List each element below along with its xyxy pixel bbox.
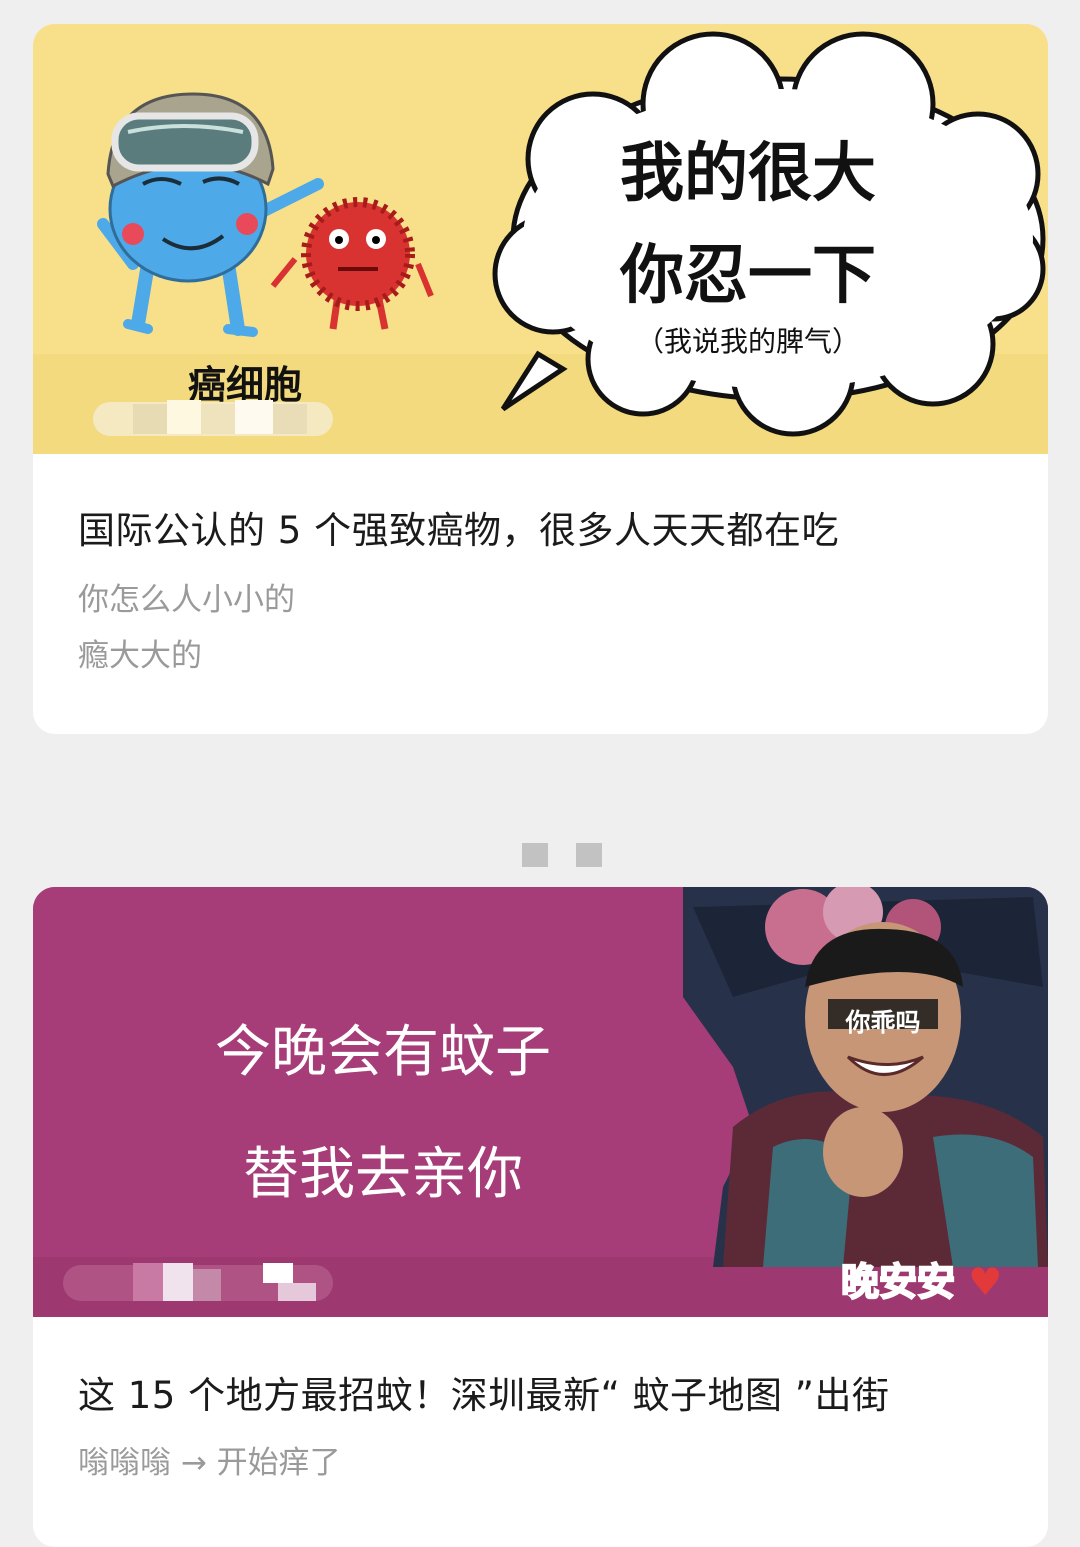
corner-label: 晚安安 ♥ (840, 1251, 1003, 1306)
blurred-watermark (63, 1259, 333, 1305)
face-label: 你乖吗 (845, 1008, 921, 1037)
article-cover-image: 癌细胞 我的很大 你忍一下 （我说我的脾气） (33, 24, 1048, 454)
cover-line-1: 今晚会有蚊子 (215, 1020, 551, 1085)
corner-label-text: 晚安安 (840, 1259, 956, 1305)
costume-figure (683, 887, 1048, 1267)
pixel-dots-icon (522, 843, 602, 867)
article-title[interactable]: 这 15 个地方最招蚊！深圳最新“ 蚊子地图 ”出街 (78, 1365, 889, 1419)
bubble-line-1: 我的很大 (620, 137, 876, 211)
article-card[interactable]: 癌细胞 我的很大 你忍一下 （我说我的脾气） 国际公认的 5 个强致癌物，很多人… (33, 24, 1048, 734)
article-digest-line: 瘾大大的 (78, 638, 202, 674)
heart-icon: ♥ (968, 1260, 1003, 1304)
article-card[interactable]: 今晚会有蚊子 替我去亲你 你乖吗 晚安安 ♥ 这 15 个地方最招蚊！深圳最新“… (33, 887, 1048, 1547)
cover-line-2: 替我去亲你 (243, 1142, 523, 1207)
bubble-note: （我说我的脾气） (635, 325, 860, 358)
article-cover-image: 今晚会有蚊子 替我去亲你 你乖吗 晚安安 ♥ (33, 887, 1048, 1317)
article-digest-line: 你怎么人小小的 (78, 582, 295, 618)
article-title[interactable]: 国际公认的 5 个强致癌物，很多人天天都在吃 (78, 500, 839, 554)
article-digest-line: 嗡嗡嗡 → 开始痒了 (78, 1445, 341, 1481)
bubble-line-2: 你忍一下 (620, 239, 876, 313)
blurred-watermark (93, 396, 333, 440)
